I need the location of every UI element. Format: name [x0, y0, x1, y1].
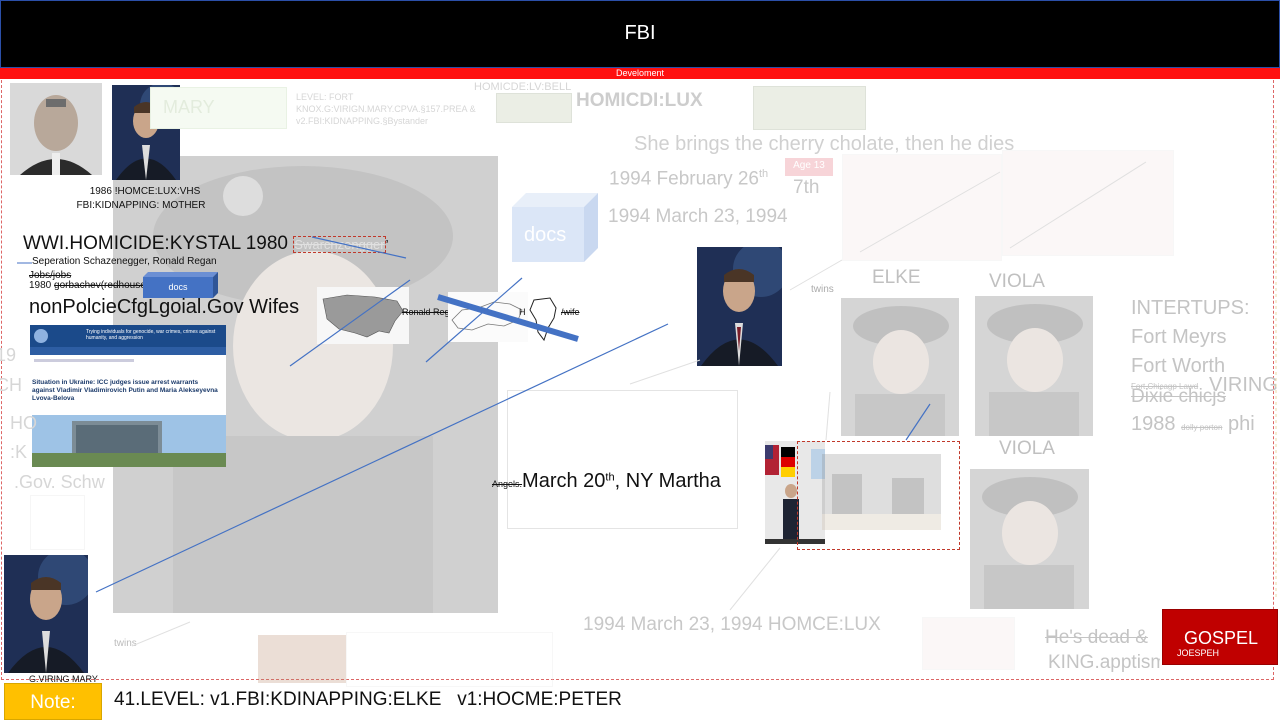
news-article-header-text: Trying individuals for genocide, war cri… — [86, 329, 216, 341]
bottom-left-portrait-drawing — [4, 555, 88, 673]
bottom-right-faded-box — [922, 617, 1015, 670]
ghost-left-3: HO — [10, 413, 37, 433]
bottom-faded-box — [346, 632, 553, 687]
news-article-breadcrumb — [34, 359, 134, 362]
year-note: 1980 gorbachev(redhouse — [29, 280, 146, 291]
right-photo-viola-1 — [975, 296, 1093, 436]
map-label-h: H — [519, 307, 526, 317]
year-1988-line: 1988 dolly porton phi — [1131, 413, 1255, 436]
news-article-photo-drawing — [32, 415, 226, 467]
ghost-left-4: :K — [10, 442, 28, 462]
right-photo-viola-2 — [970, 469, 1089, 609]
meeting-photo — [822, 454, 941, 530]
homicide-heading: WWI.HOMICIDE:KYSTAL 1980 Swarchzengger’ — [23, 233, 389, 255]
dollar-bill-2 — [753, 86, 866, 130]
right-photo-viola-1-drawing — [975, 296, 1093, 436]
date-feb-sup: th — [759, 168, 769, 180]
note-text: 41.LEVEL: v1.FBI:KDINAPPING:ELKE v1:HOCM… — [114, 689, 622, 710]
date-feb-text: 1994 February 26th — [609, 168, 768, 190]
wifes-heading: nonPolcieCfgLgoial.Gov Wifes — [29, 296, 300, 318]
faded-image-box-2 — [1002, 150, 1174, 256]
us-map — [317, 287, 409, 344]
faded-image-box-1 — [842, 154, 1002, 261]
russia-map — [448, 292, 528, 342]
label-elke: ELKE — [872, 267, 921, 288]
africa-map — [528, 296, 560, 342]
ghost-left-5: .Gov. Schw — [14, 472, 105, 492]
bottom-date-text: 1994 March 23, 1994 HOMCE:LUX — [583, 614, 881, 635]
ghost-left-2: CH — [0, 375, 22, 395]
bottom-left-portrait — [4, 555, 88, 673]
dollar-bill-1 — [496, 93, 572, 123]
bottom-faded-photo-1 — [258, 635, 346, 683]
gospel-box: GOSPEL JOESPEH — [1162, 609, 1278, 665]
docs-small-label: docs — [168, 282, 188, 292]
angels-struck-text: Angels. — [492, 479, 523, 489]
gospel-subtitle: JOESPEH — [1177, 648, 1220, 658]
label-viola-1: VIOLA — [989, 271, 1045, 292]
page-title: FBI — [624, 22, 656, 44]
us-map-drawing — [317, 287, 409, 344]
ghost-level-text: LEVEL: FORT KNOX.G:VIRIGN.MARY.CPVA.§157… — [296, 92, 476, 126]
banner-text: Develoment — [615, 68, 665, 78]
right-photo-elke — [841, 298, 959, 436]
king-line-text: KING.apptism.2.MARY. — [1048, 652, 1160, 673]
meeting-photo-drawing — [822, 454, 941, 530]
news-article-headline: Situation in Ukraine: ICC judges issue a… — [32, 379, 218, 402]
portrait-caption-1: 1986 !HOMCE:LUX:VHS — [89, 186, 201, 197]
hes-dead-text: He's dead & — [1045, 627, 1148, 648]
intertups-item-1: Fort Meyrs — [1131, 326, 1227, 348]
date-march-text: 1994 March 23, 1994 — [608, 206, 788, 227]
intertups-title: INTERTUPS: — [1131, 297, 1250, 319]
date-feb-main: 1994 February 26 — [609, 168, 759, 190]
march-text: March 20 — [522, 470, 606, 492]
date-7th-text: 7th — [793, 177, 820, 198]
ghost-left-1: 19 — [0, 345, 17, 365]
portrait-photo-1 — [10, 83, 102, 175]
twins-bottom-label: twins — [114, 638, 137, 649]
right-photo-elke-drawing — [841, 298, 959, 436]
march-box — [507, 390, 738, 529]
portrait-photo-1-drawing — [10, 83, 102, 175]
center-portrait-drawing — [697, 247, 782, 366]
russia-map-drawing — [448, 292, 528, 342]
separation-note: Seperation Schazenegger, Ronald Regan — [32, 256, 217, 267]
phi-text: phi — [1227, 413, 1255, 435]
ghost-mary-text: MARY — [163, 97, 215, 117]
year-note-struck: gorbachev(redhouse — [54, 280, 146, 291]
news-article-logo — [34, 329, 48, 343]
label-viola-2: VIOLA — [999, 438, 1055, 459]
news-article-photo — [32, 415, 226, 467]
news-article-nav — [30, 347, 226, 355]
homicide-heading-text: WWI.HOMICIDE:KYSTAL 1980 — [23, 233, 288, 254]
note-label: Note: — [4, 683, 102, 720]
gospel-title: GOSPEL — [1183, 628, 1259, 648]
portrait-caption-2: FBI:KIDNAPPING: MOTHER — [76, 200, 206, 211]
march-sup: th — [605, 471, 615, 484]
center-portrait — [697, 247, 782, 366]
news-article: Trying individuals for genocide, war cri… — [30, 325, 226, 467]
homicide-heading-end: ’ — [385, 237, 389, 252]
docs-cube-label: docs — [524, 224, 567, 246]
twins-mid-label: twins — [811, 284, 834, 295]
dolly-text: dolly porton — [1181, 423, 1223, 432]
africa-map-drawing — [529, 297, 557, 342]
homicide-lux-text: HOMICDI:LUX — [576, 90, 703, 111]
viring-text: VIRING — [1209, 374, 1278, 396]
march-line: Angels.March 20th, NY Martha — [492, 470, 721, 493]
year-1988: 1988 — [1131, 413, 1176, 435]
march-rest: , NY Martha — [614, 470, 721, 492]
right-photo-viola-2-drawing — [970, 469, 1089, 609]
age-badge-text: Age 13 — [793, 160, 825, 171]
year-note-prefix: 1980 — [29, 280, 52, 291]
homicide-struck-text: Swarchzengger — [293, 236, 386, 253]
ghost-bell-text: HOMICDE:LV:BELL — [474, 81, 572, 93]
cherry-line-text: She brings the cherry cholate, then he d… — [634, 133, 1015, 155]
ghost-left-document — [30, 495, 85, 550]
map-label-wife: /wife — [561, 307, 580, 317]
